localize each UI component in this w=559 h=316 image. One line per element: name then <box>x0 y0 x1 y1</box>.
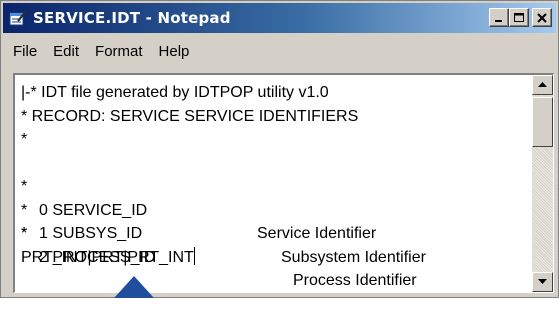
maximize-icon <box>514 13 524 22</box>
menu-help[interactable]: Help <box>151 43 198 60</box>
minimize-icon <box>495 20 502 22</box>
title-bar[interactable]: SERVICE.IDT - Notepad <box>3 3 556 33</box>
caption-buttons <box>489 8 552 27</box>
field-row: * 0 SERVICE_ID Service Identifier <box>21 152 521 242</box>
arrow-down-icon <box>538 279 547 284</box>
text-line: * <box>21 131 28 148</box>
field-row: * 1 SUBSYS_ID Subsystem Identifier <box>21 175 521 266</box>
pointer-triangle-icon <box>114 276 154 298</box>
close-icon <box>537 13 547 23</box>
text-editor[interactable]: |-* IDT file generated by IDTPOP utility… <box>13 73 554 293</box>
text-line: * <box>21 225 28 242</box>
notepad-window: SERVICE.IDT - Notepad File Edit Format H… <box>0 0 559 298</box>
notepad-icon[interactable] <box>9 9 27 27</box>
close-button[interactable] <box>532 8 552 27</box>
scroll-up-button[interactable] <box>532 75 553 95</box>
scroll-thumb[interactable] <box>532 97 553 147</box>
text-line: * RECORD: SERVICE SERVICE IDENTIFIERS <box>21 107 359 125</box>
last-line-text: PRT_INT|PRT|PRT_INT <box>21 248 194 266</box>
menu-format[interactable]: Format <box>87 43 151 60</box>
menu-edit[interactable]: Edit <box>45 43 87 60</box>
arrow-up-icon <box>538 82 547 87</box>
menu-file[interactable]: File <box>3 43 45 60</box>
text-line: |-* IDT file generated by IDTPOP utility… <box>21 84 329 101</box>
field-row: * 2 PROCESS_ID Process Identifier <box>21 199 521 289</box>
maximize-button[interactable] <box>509 8 529 27</box>
editor-text: |-* IDT file generated by IDTPOP utility… <box>21 81 521 289</box>
field-description: Process Identifier <box>293 272 417 289</box>
text-caret <box>193 246 195 265</box>
minimize-button[interactable] <box>489 8 509 27</box>
vertical-scrollbar[interactable] <box>532 75 553 292</box>
text-line-last: PRT_INT|PRT|PRT_INT <box>21 246 521 270</box>
window-title: SERVICE.IDT - Notepad <box>33 9 231 27</box>
menu-bar: File Edit Format Help <box>3 37 556 65</box>
scroll-down-button[interactable] <box>532 272 553 292</box>
